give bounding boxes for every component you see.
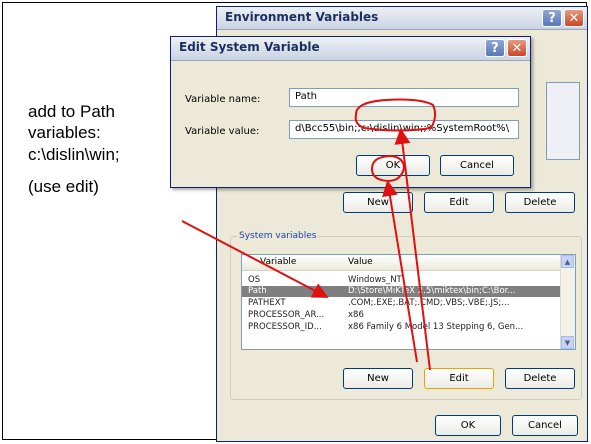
list-header: Variable Value — [242, 255, 561, 271]
help-icon: ? — [491, 40, 499, 56]
env-cancel-button[interactable]: Cancel — [512, 415, 578, 436]
annotation-line-3: c:\dislin\win; — [28, 145, 120, 164]
annotation-line-4: (use edit) — [28, 177, 99, 196]
system-new-button[interactable]: New — [343, 368, 413, 389]
close-icon: ✕ — [511, 40, 523, 56]
user-edit-button[interactable]: Edit — [424, 192, 494, 213]
column-value[interactable]: Value — [348, 257, 373, 267]
table-row[interactable]: PROCESSOR_ID... x86 Family 6 Model 13 St… — [242, 322, 561, 333]
edit-cancel-button[interactable]: Cancel — [440, 155, 514, 176]
annotation-line-1: add to Path — [28, 102, 115, 121]
scroll-up-icon[interactable]: ▲ — [561, 255, 574, 268]
variable-value-label: Variable value: — [185, 126, 260, 137]
edit-close-button[interactable]: ✕ — [507, 39, 527, 57]
user-new-button[interactable]: New — [343, 192, 413, 213]
annotation-line-2: variables: — [28, 123, 101, 142]
edit-ok-button[interactable]: OK — [356, 155, 430, 176]
system-variables-list[interactable]: Variable Value OS Windows_NT Path D:\Sto… — [241, 254, 576, 350]
env-ok-button[interactable]: OK — [435, 415, 501, 436]
system-delete-button[interactable]: Delete — [505, 368, 575, 389]
user-variables-list[interactable] — [546, 82, 580, 160]
variable-value-field[interactable]: d\Bcc55\bin;;c:\dislin\win;;%SystemRoot%… — [289, 120, 519, 139]
edit-titlebar: Edit System Variable ? ✕ — [171, 37, 530, 61]
column-variable[interactable]: Variable — [260, 257, 296, 267]
edit-help-button[interactable]: ? — [485, 39, 505, 57]
table-row-selected[interactable]: Path D:\Store\MiKTeX 2.5\miktex\bin;C:\B… — [242, 286, 561, 297]
scroll-down-icon[interactable]: ▼ — [561, 336, 574, 349]
system-edit-button[interactable]: Edit — [424, 368, 494, 389]
variable-name-label: Variable name: — [185, 94, 261, 105]
table-row[interactable]: PATHEXT .COM;.EXE;.BAT;.CMD;.VBS;.VBE;.J… — [242, 298, 561, 309]
help-icon: ? — [548, 10, 556, 26]
variable-name-field[interactable]: Path — [289, 88, 519, 107]
env-help-button[interactable]: ? — [542, 9, 562, 27]
env-close-button[interactable]: ✕ — [564, 9, 584, 27]
env-window-title: Environment Variables — [225, 10, 379, 24]
list-scrollbar[interactable]: ▲ ▼ — [560, 255, 575, 349]
close-icon: ✕ — [568, 10, 580, 26]
user-delete-button[interactable]: Delete — [505, 192, 575, 213]
edit-dialog-title: Edit System Variable — [179, 40, 320, 54]
table-row[interactable]: OS Windows_NT — [242, 275, 561, 286]
table-row[interactable]: PROCESSOR_AR... x86 — [242, 310, 561, 321]
env-titlebar: Environment Variables ? ✕ — [217, 7, 587, 30]
system-variables-label: System variables — [237, 231, 319, 241]
edit-system-variable-dialog: Edit System Variable ? ✕ Variable name: … — [170, 36, 531, 188]
